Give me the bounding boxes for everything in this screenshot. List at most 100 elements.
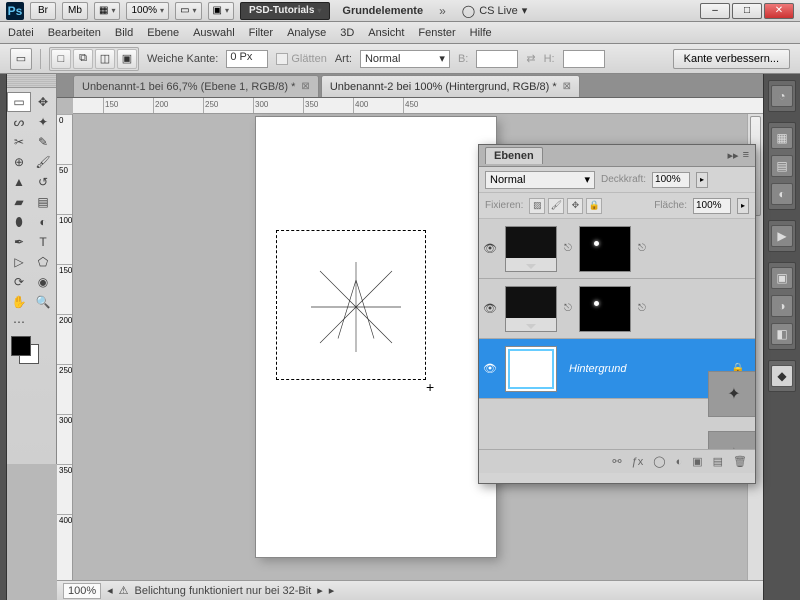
smart-thumb[interactable] bbox=[708, 431, 755, 450]
3d-camera-tool[interactable]: ◉ bbox=[31, 272, 55, 292]
zoom-dropdown[interactable]: 100% bbox=[126, 2, 169, 20]
view-extras-dropdown[interactable]: ▦ bbox=[94, 2, 120, 20]
selection-new-icon[interactable]: □ bbox=[51, 49, 71, 69]
feather-input[interactable]: 0 Px bbox=[226, 50, 268, 68]
3d-tool[interactable]: ⟳ bbox=[7, 272, 31, 292]
group-icon[interactable]: ▣ bbox=[692, 455, 702, 468]
fill-input[interactable]: 100% bbox=[693, 198, 731, 214]
bridge-button[interactable]: Br bbox=[30, 2, 56, 20]
visibility-icon[interactable]: 👁 bbox=[479, 302, 501, 315]
window-maximize-button[interactable]: □ bbox=[732, 3, 762, 19]
menu-auswahl[interactable]: Auswahl bbox=[193, 27, 235, 39]
workspace-grundelemente[interactable]: Grundelemente bbox=[336, 5, 429, 17]
canvas[interactable]: + bbox=[256, 117, 496, 557]
mask-thumb[interactable] bbox=[579, 226, 631, 272]
menu-ebene[interactable]: Ebene bbox=[147, 27, 179, 39]
trash-icon[interactable]: 🗑 bbox=[733, 455, 747, 468]
menu-ansicht[interactable]: Ansicht bbox=[368, 27, 404, 39]
close-icon[interactable]: ⊠ bbox=[563, 81, 571, 92]
blend-mode-select[interactable]: Normal▾ bbox=[485, 171, 595, 189]
lock-all-icon[interactable]: 🔒 bbox=[586, 198, 602, 214]
actions-panel-icon[interactable]: ▶ bbox=[771, 225, 793, 247]
magic-wand-tool[interactable]: ✦ bbox=[31, 112, 55, 132]
minibridge-button[interactable]: Mb bbox=[62, 2, 88, 20]
layer-row[interactable]: 👁 ⎋ ⎋ bbox=[479, 219, 755, 279]
menu-datei[interactable]: Datei bbox=[8, 27, 34, 39]
stamp-tool[interactable]: ▲ bbox=[7, 172, 31, 192]
info-panel-icon[interactable]: ◑ bbox=[771, 295, 793, 317]
history-panel-icon[interactable]: ▣ bbox=[771, 267, 793, 289]
swatches-panel-icon[interactable]: ▦ bbox=[771, 127, 793, 149]
fg-color-swatch[interactable] bbox=[11, 336, 31, 356]
panel-collapse-icon[interactable]: ▸▸ bbox=[728, 149, 739, 162]
menu-analyse[interactable]: Analyse bbox=[287, 27, 326, 39]
adjustment-icon[interactable]: ◐ bbox=[676, 456, 683, 468]
mask-thumb[interactable] bbox=[579, 286, 631, 332]
lock-transparent-icon[interactable]: ▨ bbox=[529, 198, 545, 214]
workspace-more-icon[interactable]: » bbox=[435, 4, 450, 18]
hand-tool[interactable]: ✋ bbox=[7, 292, 31, 312]
selection-subtract-icon[interactable]: ◫ bbox=[95, 49, 115, 69]
layer-row[interactable]: 👁 ⎋ ⎋ bbox=[479, 279, 755, 339]
new-layer-icon[interactable]: ▤ bbox=[713, 455, 723, 468]
blur-tool[interactable]: ⬮ bbox=[7, 212, 31, 232]
type-tool[interactable]: T bbox=[31, 232, 55, 252]
zoom-tool[interactable]: 🔍 bbox=[31, 292, 55, 312]
layer-thumb[interactable] bbox=[505, 346, 557, 392]
menu-filter[interactable]: Filter bbox=[249, 27, 273, 39]
adjustment-thumb[interactable] bbox=[505, 226, 557, 272]
visibility-icon[interactable]: 👁 bbox=[479, 242, 501, 255]
cs-live-button[interactable]: CS Live ▾ bbox=[456, 4, 534, 18]
ruler-horizontal[interactable]: 100150200250300350400450 bbox=[73, 98, 763, 114]
doc-tab-1[interactable]: Unbenannt-1 bei 66,7% (Ebene 1, RGB/8) *… bbox=[73, 75, 319, 97]
window-close-button[interactable]: ✕ bbox=[764, 3, 794, 19]
path-select-tool[interactable]: ▷ bbox=[7, 252, 31, 272]
navigator-panel-icon[interactable]: ◧ bbox=[771, 323, 793, 345]
style-select[interactable]: Normal▾ bbox=[360, 50, 450, 68]
layer-name[interactable]: Hintergrund bbox=[561, 363, 626, 375]
menu-hilfe[interactable]: Hilfe bbox=[470, 27, 492, 39]
move-tool[interactable]: ✥ bbox=[31, 92, 55, 112]
lock-position-icon[interactable]: ✥ bbox=[567, 198, 583, 214]
shape-tool[interactable]: ⬠ bbox=[31, 252, 55, 272]
panel-menu-icon[interactable]: ≡ bbox=[743, 149, 749, 162]
status-arrow-left-icon[interactable]: ◂ bbox=[107, 584, 113, 597]
opacity-arrow-icon[interactable]: ▸ bbox=[696, 172, 708, 188]
zoom-field[interactable]: 100% bbox=[63, 583, 101, 599]
tool-extra[interactable]: ⋯ bbox=[7, 312, 31, 332]
arrange-dropdown[interactable]: ▭ bbox=[175, 2, 201, 20]
color-panel-icon[interactable]: ◔ bbox=[771, 85, 793, 107]
status-arrow-right-icon[interactable]: ▸ bbox=[317, 584, 323, 597]
pen-tool[interactable]: ✒ bbox=[7, 232, 31, 252]
link-layers-icon[interactable]: ⚯ bbox=[612, 455, 621, 468]
fill-arrow-icon[interactable]: ▸ bbox=[737, 198, 749, 214]
status-menu-right-icon[interactable]: ▸ bbox=[329, 584, 335, 597]
window-minimize-button[interactable]: – bbox=[700, 3, 730, 19]
brush-tool[interactable]: 🖌 bbox=[31, 152, 55, 172]
fx-icon[interactable]: ƒx bbox=[632, 456, 644, 468]
lock-pixels-icon[interactable]: 🖌 bbox=[548, 198, 564, 214]
visibility-icon[interactable]: 👁 bbox=[479, 362, 501, 375]
workspace-psdtutorials[interactable]: PSD-Tutorials bbox=[240, 2, 330, 20]
layers-panel[interactable]: Ebenen ▸▸≡ Normal▾ Deckkraft: 100% ▸ Fix… bbox=[478, 144, 756, 484]
mask-icon[interactable]: ◯ bbox=[653, 455, 665, 468]
selection-intersect-icon[interactable]: ▣ bbox=[117, 49, 137, 69]
gradient-tool[interactable]: ▤ bbox=[31, 192, 55, 212]
screenmode-dropdown[interactable]: ▣ bbox=[208, 2, 234, 20]
color-swatch[interactable] bbox=[11, 336, 39, 364]
selection-add-icon[interactable]: ⧉ bbox=[73, 49, 93, 69]
layer-row-background[interactable]: 👁 Hintergrund 🔒 bbox=[479, 339, 755, 399]
lasso-tool[interactable]: ᔕ bbox=[7, 112, 31, 132]
doc-tab-2[interactable]: Unbenannt-2 bei 100% (Hintergrund, RGB/8… bbox=[321, 75, 580, 97]
menu-fenster[interactable]: Fenster bbox=[418, 27, 455, 39]
menu-3d[interactable]: 3D bbox=[340, 27, 354, 39]
dodge-tool[interactable]: ◐ bbox=[31, 212, 55, 232]
opacity-input[interactable]: 100% bbox=[652, 172, 690, 188]
toolbox-grip[interactable] bbox=[7, 74, 56, 88]
adjustments-panel-icon[interactable]: ◐ bbox=[771, 183, 793, 205]
styles-panel-icon[interactable]: ▤ bbox=[771, 155, 793, 177]
menu-bearbeiten[interactable]: Bearbeiten bbox=[48, 27, 101, 39]
marquee-tool-icon[interactable]: ▭ bbox=[10, 48, 32, 70]
menu-bild[interactable]: Bild bbox=[115, 27, 133, 39]
marquee-tool[interactable]: ▭ bbox=[7, 92, 31, 112]
